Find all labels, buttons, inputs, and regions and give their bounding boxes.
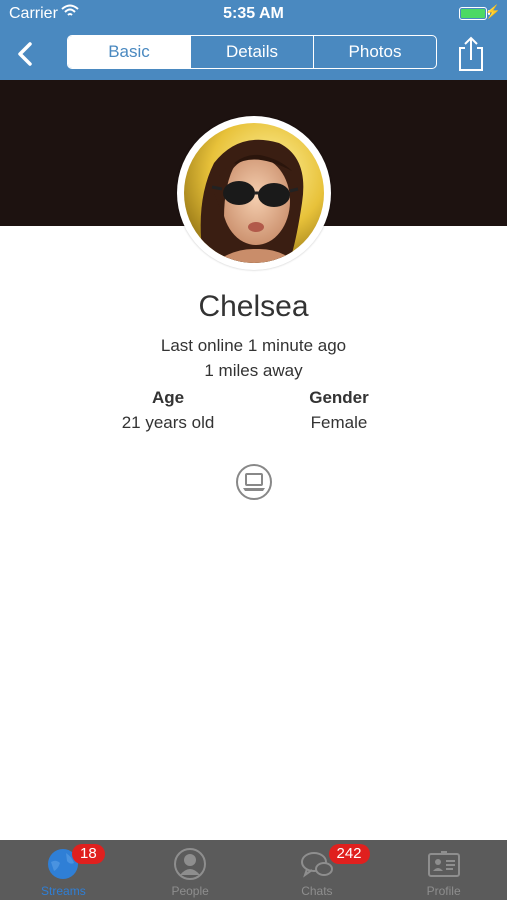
gender-value: Female bbox=[310, 413, 368, 432]
laptop-icon bbox=[235, 463, 273, 501]
tab-photos[interactable]: Photos bbox=[314, 36, 436, 68]
tabbar-label-people: People bbox=[171, 884, 209, 898]
streams-badge: 18 bbox=[72, 844, 105, 864]
status-bar: Carrier 5:35 AM ⚡ bbox=[0, 0, 507, 28]
back-button[interactable] bbox=[8, 34, 44, 74]
profile-name: Chelsea bbox=[198, 290, 309, 323]
id-card-icon bbox=[427, 851, 460, 877]
profile-segmented-control: Basic Details Photos bbox=[67, 35, 437, 69]
tab-basic[interactable]: Basic bbox=[68, 36, 191, 68]
tabbar-label-chats: Chats bbox=[301, 884, 333, 898]
gender-label: Gender bbox=[309, 388, 369, 407]
status-time: 5:35 AM bbox=[223, 5, 284, 22]
age-value: 21 years old bbox=[121, 413, 215, 432]
tab-details[interactable]: Details bbox=[191, 36, 314, 68]
tabbar-label-profile: Profile bbox=[426, 884, 461, 898]
person-icon bbox=[174, 848, 207, 880]
chevron-left-icon bbox=[18, 42, 32, 66]
distance-text: 1 miles away bbox=[204, 361, 303, 380]
share-button[interactable] bbox=[454, 34, 488, 74]
tabbar-item-people[interactable]: People bbox=[127, 840, 254, 900]
tabbar-item-profile[interactable]: Profile bbox=[380, 840, 507, 900]
tabbar-item-chats[interactable]: 242 Chats bbox=[254, 840, 381, 900]
share-icon bbox=[459, 36, 483, 71]
last-online-text: Last online 1 minute ago bbox=[160, 336, 347, 355]
charging-bolt-icon: ⚡ bbox=[484, 4, 501, 19]
battery-icon bbox=[459, 7, 487, 20]
nav-bar: Basic Details Photos bbox=[0, 28, 507, 80]
profile-photo bbox=[184, 123, 324, 263]
chats-badge: 242 bbox=[328, 844, 370, 864]
age-label: Age bbox=[151, 388, 185, 407]
tabbar-item-streams[interactable]: 18 Streams bbox=[0, 840, 127, 900]
avatar[interactable] bbox=[177, 116, 331, 270]
tab-bar: 18 Streams People 242 Chats Profile bbox=[0, 840, 507, 900]
tabbar-label-streams: Streams bbox=[41, 884, 86, 898]
